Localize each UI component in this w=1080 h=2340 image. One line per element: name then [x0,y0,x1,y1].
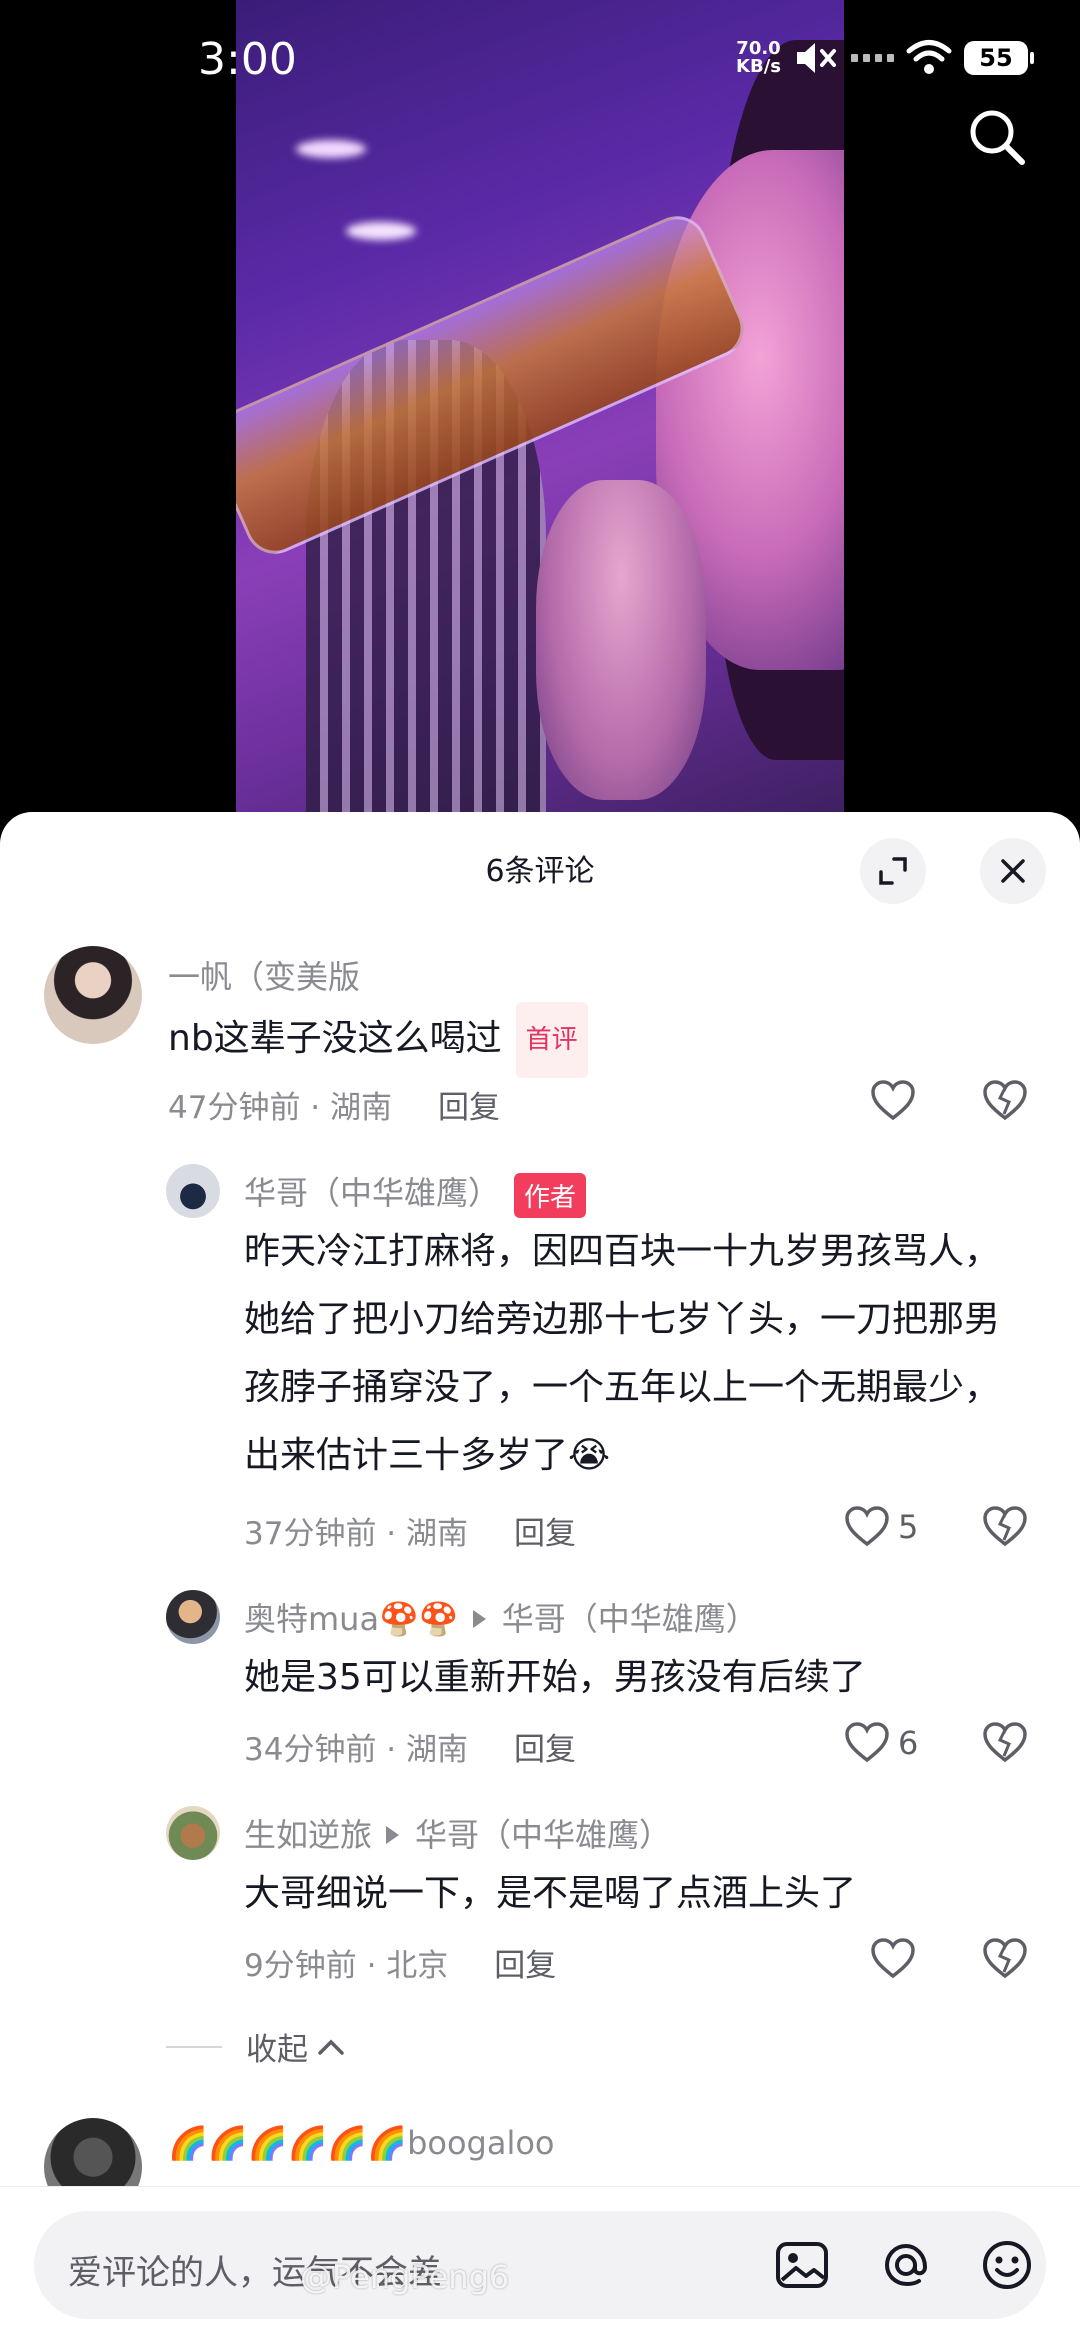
reply-button[interactable]: 回复 [514,1732,576,1768]
status-time: 3:00 [198,34,297,85]
comment-meta: 37分钟前 · 湖南 回复 [244,1516,577,1552]
avatar[interactable] [166,1806,220,1860]
broken-heart-icon [983,1080,1027,1121]
comment-location: 湖南 [330,1090,393,1126]
dislike-button[interactable] [982,1506,1028,1552]
wifi-icon [906,39,952,77]
broken-heart-icon [983,1506,1027,1547]
close-button[interactable] [980,838,1046,904]
image-icon [776,2242,828,2288]
expand-icon [879,857,907,885]
like-button[interactable]: 6 [844,1722,918,1764]
comment-time: 37分钟前 [244,1516,377,1552]
signal-icon [851,54,894,62]
video-player[interactable] [0,0,1080,830]
mute-icon [793,38,839,78]
author-badge: 作者 [514,1172,587,1218]
battery-indicator: 55 [964,41,1034,75]
reply-button[interactable]: 回复 [494,1948,556,1984]
avatar[interactable] [44,946,142,1044]
at-icon [884,2243,928,2287]
video-frame[interactable] [236,0,844,830]
heart-icon [871,1080,915,1121]
avatar[interactable] [166,1164,220,1218]
sheet-header: 6条评论 [0,812,1080,918]
dislike-button[interactable] [982,1938,1028,1984]
comment-input[interactable]: 爱评论的人，运气不会差 [34,2211,1046,2319]
comment-author[interactable]: 🌈🌈🌈🌈🌈🌈boogaloo [168,2124,555,2162]
expand-button[interactable] [860,838,926,904]
comment-time: 47分钟前 [168,1090,301,1126]
image-picker-button[interactable] [770,2233,834,2297]
dislike-button[interactable] [982,1722,1028,1768]
dislike-button[interactable] [982,1080,1028,1126]
close-icon [1001,859,1025,883]
comment-meta: 34分钟前 · 湖南 回复 [244,1732,577,1768]
status-bar: 3:00 70.0 KB/s 55 [0,0,1080,118]
search-icon[interactable] [964,104,1030,170]
reply-arrow-icon [386,1826,400,1844]
comment-location: 北京 [386,1948,449,1984]
broken-heart-icon [983,1938,1027,1979]
heart-icon [871,1938,915,1979]
network-speed: 70.0 KB/s [736,38,781,77]
reply-button[interactable]: 回复 [514,1516,576,1552]
comment-text[interactable]: nb这辈子没这么喝过 首评 [168,1002,588,1078]
comment-author[interactable]: 奥特mua🍄🍄 华哥（中华雄鹰） [244,1594,758,1640]
comment-author[interactable]: 一帆（变美版 [168,952,360,998]
comment-location: 湖南 [406,1732,469,1768]
avatar[interactable] [166,1590,220,1644]
emoji-button[interactable] [978,2233,1036,2297]
comment-meta: 47分钟前 · 湖南 回复 [168,1090,501,1126]
comment-author[interactable]: 华哥（中华雄鹰） 作者 [244,1168,587,1218]
like-button[interactable] [870,1080,916,1122]
broken-heart-icon [983,1722,1027,1763]
comment-text[interactable]: 她是35可以重新开始，男孩没有后续了 [244,1644,866,1712]
divider [166,2045,222,2048]
comment-author[interactable]: 生如逆旅 华哥（中华雄鹰） [244,1810,671,1856]
comment-input-bar: 爱评论的人，运气不会差 [0,2186,1080,2340]
collapse-label: 收起 [246,2032,308,2068]
mention-button[interactable] [874,2233,938,2297]
reply-to-name: 华哥（中华雄鹰） [415,1816,672,1854]
like-button[interactable] [870,1938,916,1980]
watermark: @PengPeng6 [300,2258,510,2296]
comment-time: 34分钟前 [244,1732,377,1768]
comment-time: 9分钟前 [244,1948,357,1984]
comment-text[interactable]: 大哥细说一下，是不是喝了点酒上头了 [244,1860,856,1928]
like-count: 6 [898,1724,919,1762]
collapse-replies-button[interactable]: 收起 [166,2024,346,2069]
first-comment-badge: 首评 [515,1002,588,1078]
chevron-up-icon [318,2039,344,2055]
heart-icon [845,1722,889,1763]
heart-icon [845,1506,889,1547]
reply-to-name: 华哥（中华雄鹰） [501,1600,758,1638]
like-count: 5 [898,1508,919,1546]
reply-arrow-icon [472,1610,486,1628]
reply-button[interactable]: 回复 [438,1090,500,1126]
emoji-icon [983,2241,1031,2289]
like-button[interactable]: 5 [844,1506,918,1548]
comment-meta: 9分钟前 · 北京 回复 [244,1948,557,1984]
comment-text[interactable]: 昨天冷江打麻将，因四百块一十九岁男孩骂人，她给了把小刀给旁边那十七岁丫头，一刀把… [244,1218,1034,1490]
comment-location: 湖南 [406,1516,469,1552]
